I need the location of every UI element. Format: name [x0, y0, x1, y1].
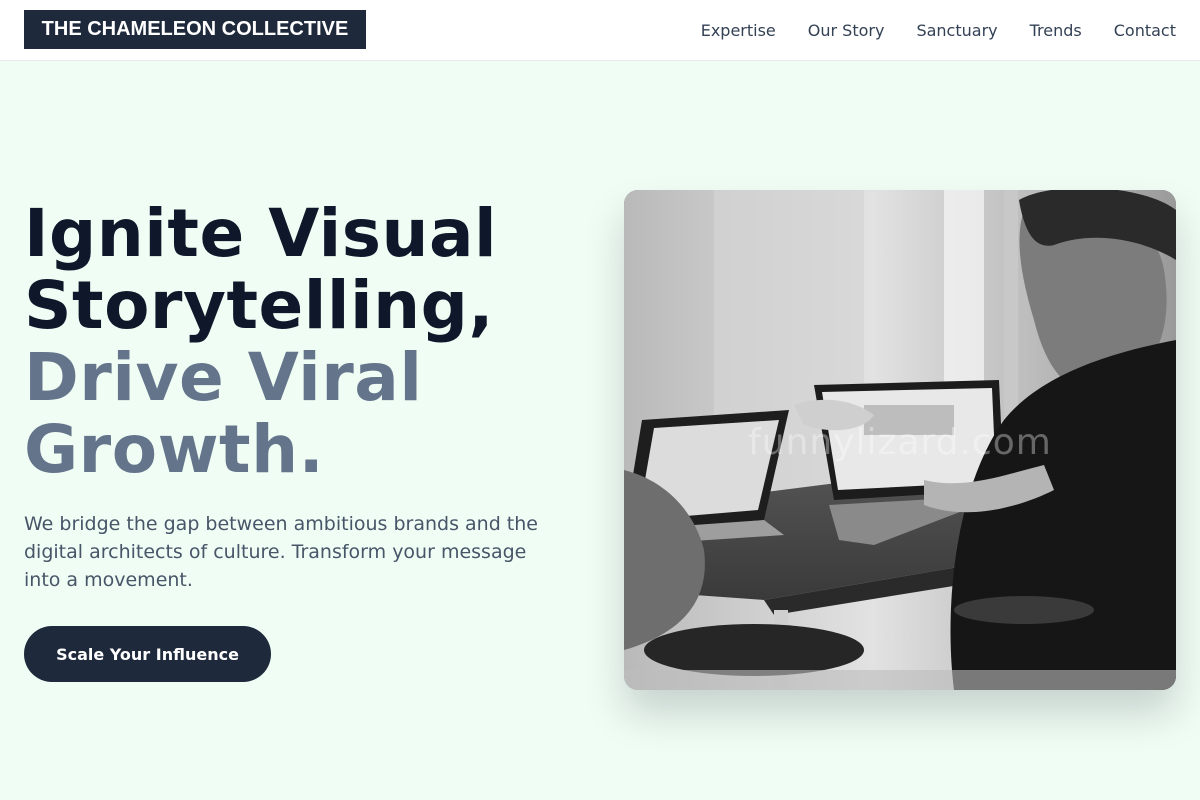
brand-logo[interactable]: THE CHAMELEON COLLECTIVE — [24, 10, 366, 49]
nav-link-expertise[interactable]: Expertise — [701, 21, 776, 40]
headline-line-4: Growth. — [24, 411, 325, 488]
main-nav: Expertise Our Story Sanctuary Trends Con… — [701, 0, 1176, 60]
scale-your-influence-button[interactable]: Scale Your Influence — [24, 626, 271, 682]
headline-line-2: Storytelling, — [24, 267, 494, 344]
hero-headline: Ignite Visual Storytelling, Drive Viral … — [24, 198, 584, 486]
image-watermark: funnylizard.com — [748, 422, 1052, 463]
nav-link-trends[interactable]: Trends — [1030, 21, 1082, 40]
headline-line-1: Ignite Visual — [24, 195, 498, 272]
nav-link-contact[interactable]: Contact — [1114, 21, 1176, 40]
top-navbar: THE CHAMELEON COLLECTIVE Expertise Our S… — [0, 0, 1200, 61]
hero-photo: funnylizard.com — [624, 190, 1176, 690]
nav-link-our-story[interactable]: Our Story — [808, 21, 885, 40]
hero-subtitle: We bridge the gap between ambitious bran… — [24, 513, 538, 591]
nav-link-sanctuary[interactable]: Sanctuary — [916, 21, 997, 40]
headline-line-3: Drive Viral — [24, 339, 423, 416]
